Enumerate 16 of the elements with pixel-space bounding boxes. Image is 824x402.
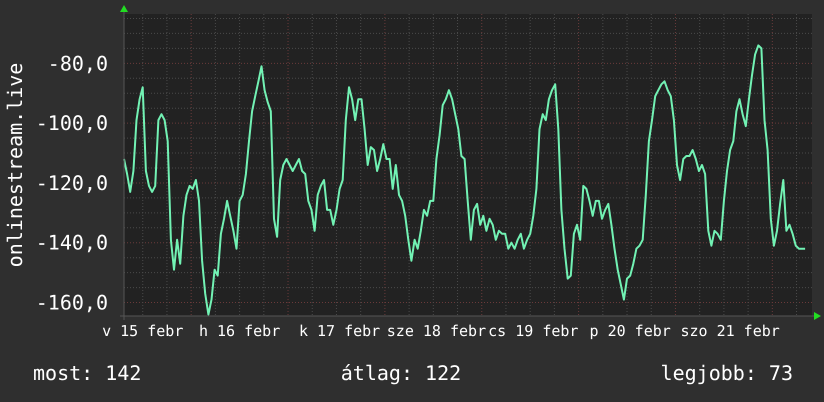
axis-label: h 16 febr bbox=[198, 322, 280, 340]
axis-label: -100,0 bbox=[36, 111, 108, 136]
axis-label: cs 19 febr bbox=[488, 322, 578, 340]
axis-label: -160,0 bbox=[36, 290, 108, 315]
axis-label: v 15 febr bbox=[102, 322, 184, 340]
axis-label: -140,0 bbox=[36, 230, 108, 255]
stat-text: most: 142 bbox=[33, 361, 142, 385]
axis-label: -80,0 bbox=[48, 51, 108, 76]
axis-label: sze 18 febr bbox=[386, 322, 486, 340]
axis-label: -120,0 bbox=[36, 170, 108, 195]
stat-text: átlag: 122 bbox=[340, 361, 462, 385]
axis-title: onlinestream.live bbox=[3, 62, 27, 268]
axis-label: szo 21 febr bbox=[680, 322, 780, 340]
axis-label: p 20 febr bbox=[590, 322, 671, 340]
axis-label: k 17 febr bbox=[298, 322, 380, 340]
stat-text: legjobb: 73 bbox=[660, 361, 793, 385]
